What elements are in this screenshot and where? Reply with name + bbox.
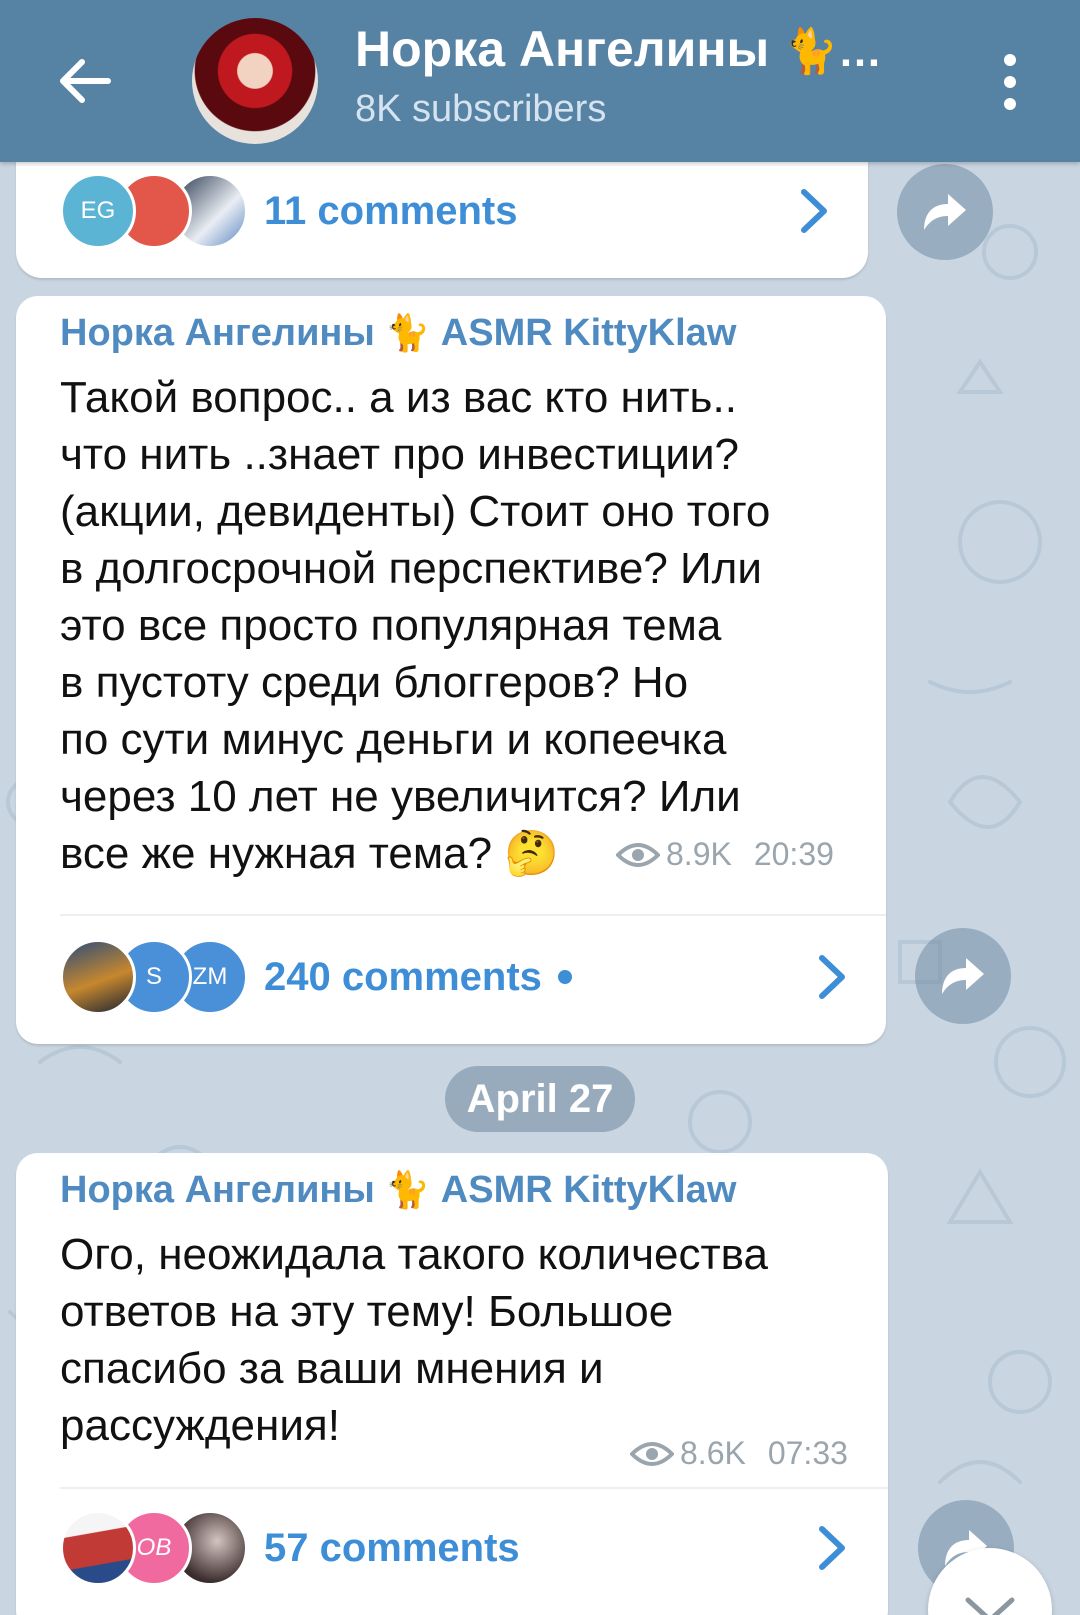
message-text: Ого, неожидала такого количества ответов… (60, 1230, 769, 1450)
comments-count: 240 comments (264, 954, 542, 999)
eye-icon (616, 842, 660, 867)
date-separator: April 27 (445, 1066, 635, 1132)
avatar (60, 939, 136, 1015)
avatar: EG (60, 173, 136, 249)
message-bubble: Норка Ангелины 🐈 ASMR KittyKlaw Такой во… (16, 296, 886, 1044)
subscriber-count: 8K subscribers (355, 88, 607, 130)
share-icon (924, 194, 966, 230)
sender-name[interactable]: Норка Ангелины 🐈 ASMR KittyKlaw (60, 1169, 736, 1212)
divider (60, 914, 886, 916)
chat-header: Норка Ангелины 🐈… 8K subscribers (0, 0, 1080, 162)
unread-indicator (557, 970, 572, 984)
commenter-avatars: EG (60, 173, 248, 249)
comments-button[interactable]: ОВ 57 comments (60, 1503, 520, 1593)
divider (60, 1487, 888, 1489)
chevron-down-icon (965, 1597, 1015, 1615)
sender-name[interactable]: Норка Ангелины 🐈 ASMR KittyKlaw (60, 312, 736, 355)
message-time: 07:33 (767, 1435, 848, 1471)
cat-emoji-icon: 🐈… (783, 27, 882, 76)
message-text: Такой вопрос.. а из вас кто нить.. что н… (60, 373, 771, 878)
view-count: 8.6K (680, 1435, 746, 1471)
channel-title[interactable]: Норка Ангелины 🐈… (355, 20, 882, 78)
message-bubble: Норка Ангелины 🐈 ASMR KittyKlaw Ого, нео… (16, 1153, 888, 1615)
commenter-avatars: S ZM (60, 939, 248, 1015)
cat-emoji-icon: 🐈 (385, 312, 431, 353)
view-count: 8.9K (666, 836, 732, 872)
chevron-right-icon[interactable] (814, 952, 850, 1002)
scroll-to-bottom-button[interactable] (928, 1548, 1052, 1615)
back-arrow-icon[interactable] (52, 48, 118, 114)
share-button[interactable] (915, 928, 1011, 1024)
chevron-right-icon[interactable] (796, 186, 832, 236)
comments-count: 57 comments (264, 1525, 520, 1570)
chevron-right-icon[interactable] (814, 1523, 850, 1573)
more-vertical-icon[interactable] (990, 50, 1030, 114)
share-button[interactable] (897, 164, 993, 260)
cat-emoji-icon: 🐈 (385, 1169, 431, 1210)
comments-button[interactable]: EG 11 comments (60, 166, 517, 256)
avatar (60, 1510, 136, 1586)
message-meta: 8.9K 20:39 (616, 836, 834, 873)
share-icon (942, 958, 984, 994)
message-meta: 8.6K 07:33 (630, 1435, 848, 1472)
message-time: 20:39 (753, 836, 834, 872)
comments-count: 11 comments (264, 188, 518, 233)
channel-avatar[interactable] (192, 18, 318, 144)
commenter-avatars: ОВ (60, 1510, 248, 1586)
comments-button[interactable]: S ZM 240 comments (60, 932, 572, 1022)
eye-icon (630, 1441, 674, 1466)
